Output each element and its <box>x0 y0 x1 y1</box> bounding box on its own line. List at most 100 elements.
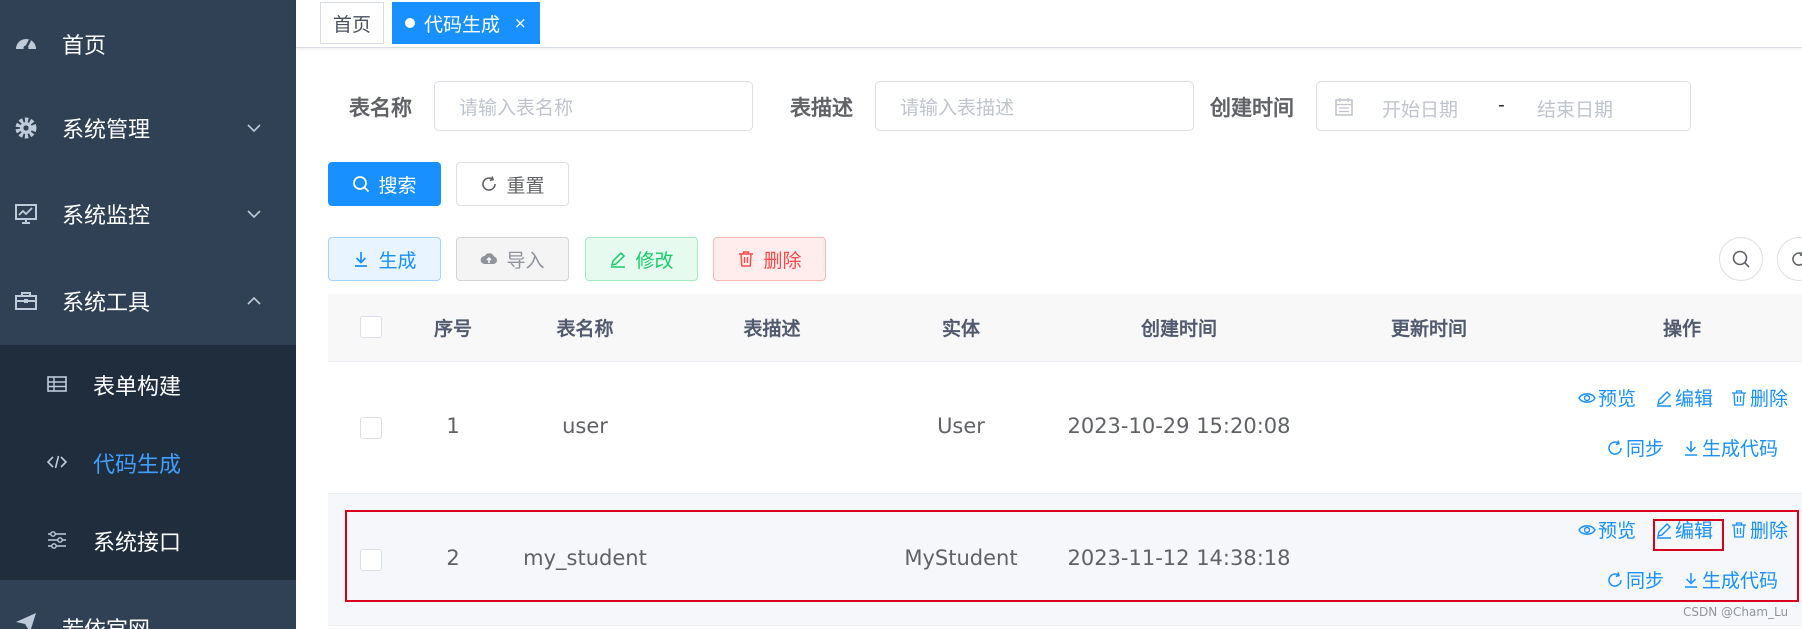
download-icon <box>1685 572 1697 588</box>
trash-icon <box>1732 389 1746 406</box>
date-range-picker[interactable]: 开始日期 - 结束日期 <box>1316 81 1691 131</box>
watermark: CSDN @Cham_Lu <box>1683 605 1789 619</box>
menu-system-tools[interactable]: 系统工具 <box>0 257 296 345</box>
table-header: 序号 表名称 表描述 实体 创建时间 更新时间 操作 <box>328 294 1802 362</box>
table-desc-label: 表描述 <box>790 96 853 120</box>
toolbox-icon <box>14 289 38 313</box>
gen-code-link[interactable]: 生成代码 <box>1682 566 1778 593</box>
delete-link[interactable]: 删除 <box>1730 516 1788 543</box>
edit-button-label: 修改 <box>635 249 674 272</box>
edit-button[interactable]: 修改 <box>585 237 698 281</box>
delete-button[interactable]: 删除 <box>713 237 826 281</box>
menu-ruoyi-site[interactable]: 若依官网 <box>0 580 296 629</box>
tag-home-label: 首页 <box>333 13 372 36</box>
preview-label: 预览 <box>1598 388 1637 410</box>
code-icon <box>46 455 68 469</box>
edit-icon <box>1657 390 1671 407</box>
table-desc-input[interactable]: 请输入表描述 <box>875 81 1194 131</box>
cell-entity: MyStudent <box>904 546 1018 570</box>
table-icon <box>47 376 67 392</box>
table-name-input[interactable]: 请输入表名称 <box>434 81 753 131</box>
tags-view: 首页 代码生成 × <box>296 0 1802 48</box>
generate-button[interactable]: 生成 <box>328 237 441 281</box>
sidebar-item-label: 代码生成 <box>93 453 182 478</box>
gen-code-label: 生成代码 <box>1702 438 1779 460</box>
row-checkbox[interactable] <box>360 417 382 439</box>
generate-button-label: 生成 <box>378 249 417 272</box>
tag-code-gen-label: 代码生成 <box>424 13 501 36</box>
cell-index: 1 <box>446 414 460 438</box>
cell-create-time: 2023-10-29 15:20:08 <box>1067 414 1291 438</box>
dashboard-icon <box>14 32 38 56</box>
menu-home[interactable]: 首页 <box>0 0 296 88</box>
start-date-placeholder: 开始日期 <box>1382 99 1459 121</box>
send-icon <box>16 613 36 629</box>
sync-link[interactable]: 同步 <box>1606 566 1664 593</box>
edit-icon <box>1657 522 1671 539</box>
sidebar-item-form-build[interactable]: 表单构建 <box>0 345 296 423</box>
cell-table-name: user <box>562 414 608 438</box>
sync-label: 同步 <box>1626 570 1665 592</box>
import-button-label: 导入 <box>506 249 545 272</box>
download-icon <box>1685 440 1697 456</box>
toggle-search-button[interactable] <box>1719 237 1763 281</box>
delete-link[interactable]: 删除 <box>1730 384 1788 411</box>
select-all-checkbox[interactable] <box>360 316 382 338</box>
refresh-icon <box>1608 571 1622 587</box>
import-button[interactable]: 导入 <box>456 237 569 281</box>
delete-button-label: 删除 <box>763 249 802 272</box>
chevron-down-icon <box>247 210 261 219</box>
sidebar-item-code-gen[interactable]: 代码生成 <box>0 423 296 501</box>
gear-icon <box>14 116 38 140</box>
chevron-down-icon <box>247 124 261 133</box>
end-date-placeholder: 结束日期 <box>1537 99 1614 121</box>
cell-entity: User <box>937 414 985 438</box>
sidebar: 首页 系统管理 系统监控 系统工具 表单构建 代码生成 系统接口 <box>0 0 296 629</box>
refresh-table-button[interactable] <box>1777 237 1802 281</box>
preview-link[interactable]: 预览 <box>1578 384 1636 411</box>
gen-code-link[interactable]: 生成代码 <box>1682 434 1778 461</box>
delete-label: 删除 <box>1750 388 1789 410</box>
calendar-icon <box>1335 98 1353 116</box>
preview-label: 预览 <box>1598 520 1637 542</box>
edit-link[interactable]: 编辑 <box>1655 384 1713 411</box>
cell-index: 2 <box>446 546 460 570</box>
reset-button[interactable]: 重置 <box>456 162 569 206</box>
header-operations: 操作 <box>1662 318 1702 340</box>
sliders-icon <box>48 531 66 549</box>
create-time-label: 创建时间 <box>1210 96 1294 120</box>
gen-code-label: 生成代码 <box>1702 570 1779 592</box>
header-update-time: 更新时间 <box>1390 318 1468 340</box>
menu-system-monitor[interactable]: 系统监控 <box>0 170 296 258</box>
sync-link[interactable]: 同步 <box>1606 434 1664 461</box>
close-icon[interactable]: × <box>514 14 527 32</box>
delete-label: 删除 <box>1750 520 1789 542</box>
table-row: 2 my_student MyStudent 2023-11-12 14:38:… <box>328 494 1802 626</box>
trash-icon <box>739 251 754 267</box>
refresh-icon <box>1608 439 1622 455</box>
row-checkbox[interactable] <box>360 549 382 571</box>
sidebar-item-system-api[interactable]: 系统接口 <box>0 501 296 579</box>
download-icon <box>355 252 368 267</box>
menu-system-manage[interactable]: 系统管理 <box>0 84 296 172</box>
table-name-placeholder: 请输入表名称 <box>459 96 574 119</box>
refresh-icon <box>482 176 497 191</box>
tag-home[interactable]: 首页 <box>320 2 385 44</box>
header-table-name: 表名称 <box>556 318 614 340</box>
menu-home-label: 首页 <box>62 34 107 59</box>
tag-code-gen[interactable]: 代码生成 × <box>392 2 540 44</box>
table-name-label: 表名称 <box>349 96 412 120</box>
search-button[interactable]: 搜索 <box>328 162 441 206</box>
sidebar-item-label: 系统接口 <box>93 531 182 556</box>
reset-button-label: 重置 <box>506 174 545 197</box>
menu-ruoyi-site-label: 若依官网 <box>62 612 150 629</box>
date-separator: - <box>1498 94 1505 116</box>
sync-label: 同步 <box>1626 438 1665 460</box>
search-icon <box>353 176 370 193</box>
edit-link[interactable]: 编辑 <box>1655 516 1713 543</box>
preview-link[interactable]: 预览 <box>1578 516 1636 543</box>
header-index: 序号 <box>433 318 473 340</box>
gen-table: 序号 表名称 表描述 实体 创建时间 更新时间 操作 1 user User 2… <box>328 294 1802 629</box>
menu-system-tools-label: 系统工具 <box>62 291 151 316</box>
edit-icon <box>611 251 626 268</box>
